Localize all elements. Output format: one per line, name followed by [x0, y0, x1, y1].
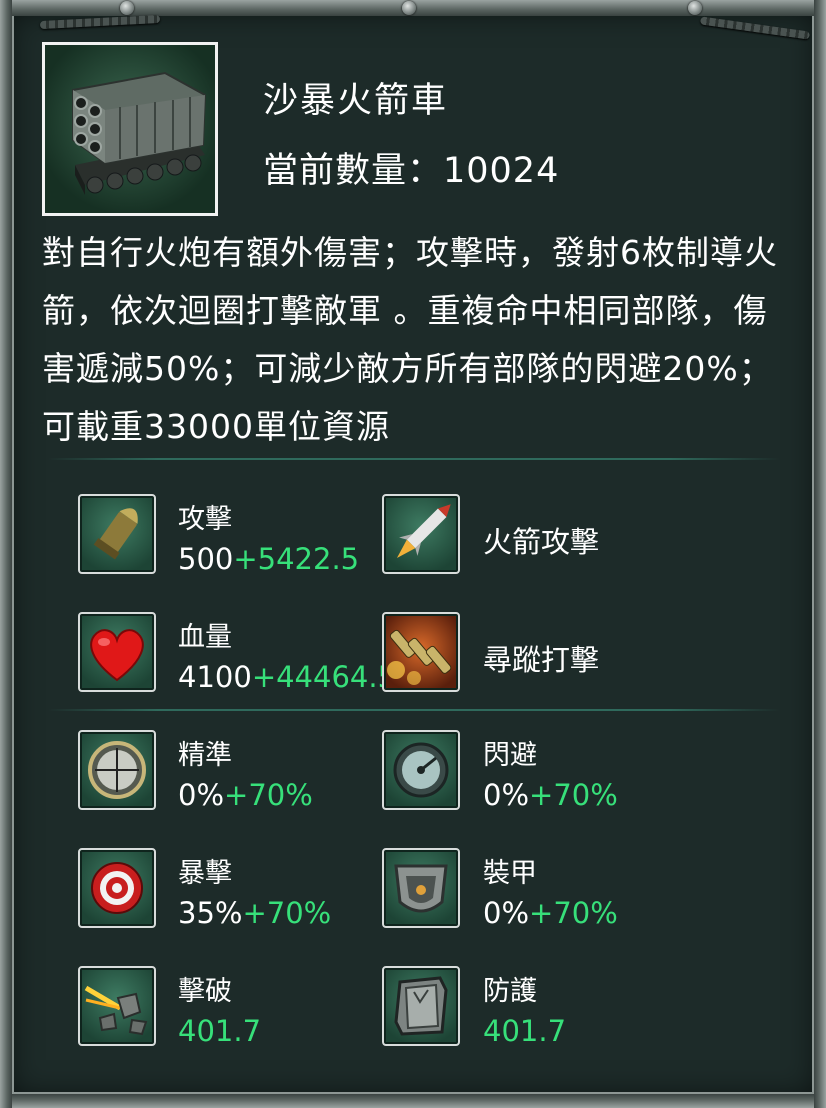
stat-evasion [382, 730, 460, 810]
rocket-vehicle-icon [72, 71, 207, 195]
stat-label: 擊破 [178, 976, 232, 1007]
skill-rocket [382, 494, 460, 574]
stat-value: 4100+44464.5 [178, 660, 388, 694]
frame-left [0, 0, 12, 1108]
stat-label: 防護 [483, 976, 537, 1007]
stat-label: 閃避 [483, 740, 537, 771]
frame-bottom [0, 1094, 826, 1108]
frame-right [814, 0, 826, 1108]
rivet [402, 1, 416, 15]
stat-value: 500+5422.5 [178, 542, 360, 576]
stat-label: 血量 [178, 622, 232, 653]
stat-label: 暴擊 [178, 858, 232, 889]
stat-pierce [78, 966, 156, 1046]
stat-hp [78, 612, 156, 692]
heart-icon [90, 629, 144, 682]
stat-accuracy [78, 730, 156, 810]
stat-armor [382, 848, 460, 928]
stat-protection [382, 966, 460, 1046]
rivet [120, 1, 134, 15]
rivet [688, 1, 702, 15]
unit-count: 當前數量：10024 [263, 151, 560, 191]
target-icon [91, 862, 143, 914]
shell-icon [93, 508, 138, 560]
skill-label: 尋蹤打擊 [483, 643, 600, 677]
skill-label: 火箭攻擊 [483, 525, 600, 559]
rocket-icon [396, 504, 451, 559]
crosshair-icon [88, 741, 146, 799]
stat-critical [78, 848, 156, 928]
shield-icon [394, 976, 448, 1036]
unit-portrait [42, 42, 218, 216]
stat-attack [78, 494, 156, 574]
stat-label: 攻擊 [178, 504, 232, 535]
pierce-icon [84, 985, 148, 1036]
stat-value: 0%+70% [483, 896, 618, 930]
stat-value: 35%+70% [178, 896, 332, 930]
unit-description: 對自行火炮有額外傷害；攻擊時，發射6枚制導火箭，依次迴圈打擊敵軍 。重複命中相同… [42, 233, 778, 446]
stat-label: 裝甲 [483, 858, 537, 889]
stat-label: 精準 [178, 740, 232, 771]
stat-value: 0%+70% [178, 778, 313, 812]
skill-tracking [382, 612, 460, 692]
unit-name: 沙暴火箭車 [263, 81, 449, 121]
stat-value: 401.7 [178, 1014, 262, 1048]
stat-value: 401.7 [483, 1014, 567, 1048]
armor-icon [394, 864, 448, 913]
divider [48, 458, 780, 460]
radar-icon [393, 742, 449, 798]
divider [48, 709, 780, 711]
missiles-icon [387, 629, 452, 685]
stat-value: 0%+70% [483, 778, 618, 812]
